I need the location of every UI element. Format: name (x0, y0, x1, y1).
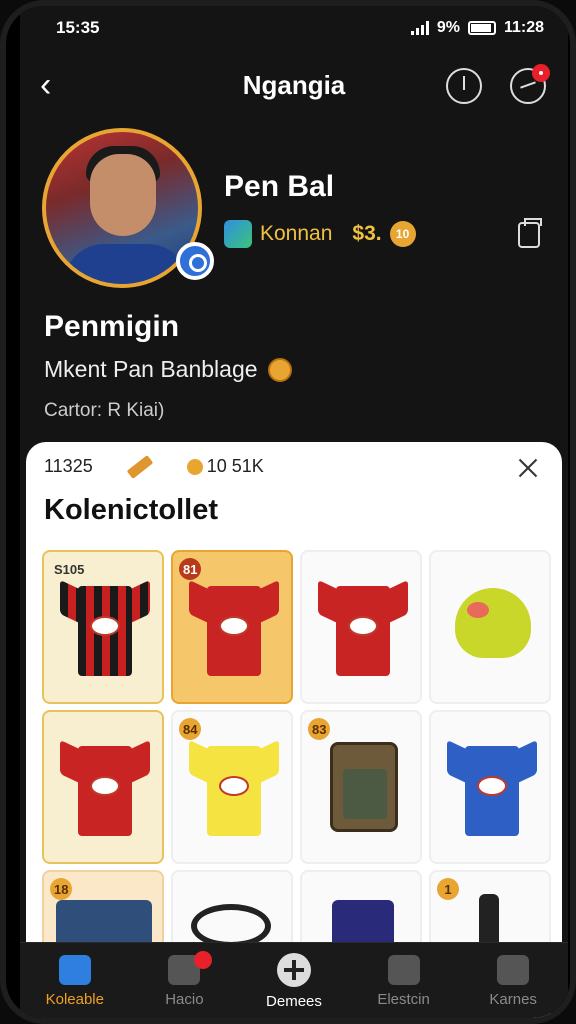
profile-name: Pen Bal (224, 170, 335, 203)
collection-item[interactable] (429, 710, 551, 864)
tab-label: Koleable (45, 991, 104, 1008)
copy-icon[interactable] (518, 218, 542, 248)
tab-label: Karnes (489, 991, 537, 1008)
emoji-icon (267, 357, 292, 382)
status-time: 15:35 (56, 18, 100, 37)
jersey-crest (90, 616, 120, 636)
collection-count: 11325 (44, 456, 93, 476)
item-badge: 81 (179, 558, 202, 580)
tab-games[interactable]: Karnes (458, 943, 568, 1018)
tab-label: Demees (266, 993, 322, 1010)
top-navigation: ‹ Ngangia (20, 56, 568, 116)
item-badge: 83 (308, 718, 331, 740)
collection-item[interactable] (300, 550, 422, 704)
app-screen: 15:35 9% 11:28 ‹ Ngangia Pen Bal Konnan … (20, 6, 568, 1023)
status-icons: 9% 11:28 (410, 19, 544, 37)
battery-percent: 9% (436, 19, 460, 36)
team-name[interactable]: Konnan (260, 222, 332, 246)
phone-frame: 15:35 9% 11:28 ‹ Ngangia Pen Bal Konnan … (0, 0, 576, 1024)
coin-icon (186, 458, 203, 475)
collection-title: Kolenictollet (44, 494, 219, 526)
collection-item[interactable] (429, 550, 551, 704)
pencil-icon[interactable] (126, 454, 154, 479)
collection-coins: 10 51K (186, 456, 264, 477)
tab-inbox[interactable]: Elestcin (349, 943, 459, 1018)
bag-image (330, 742, 398, 832)
profile-bio: Mkent Pan Banblage (44, 356, 292, 383)
tab-notification-badge (193, 951, 212, 969)
tab-label: Elestcin (377, 991, 430, 1008)
notification-badge (532, 64, 550, 82)
status-clock-right: 11:28 (503, 19, 544, 36)
bio-text: Mkent Pan Banblage (44, 356, 258, 382)
jersey-crest (219, 776, 249, 796)
jersey-crest (348, 616, 378, 636)
collection-card: 11325 10 51K Kolenictollet S105 81 84 83 18 1 (26, 442, 562, 1018)
jersey-crest (477, 776, 507, 796)
coin-balance: $3. (352, 222, 382, 245)
verified-badge-icon (176, 242, 214, 280)
profile-subtitle: Cartor: R Kiai) (44, 400, 165, 421)
collection-icon (58, 955, 91, 985)
avatar-face (90, 154, 156, 236)
bottom-tab-bar: Koleable Hacio Demees Elestcin Karnes (20, 942, 568, 1018)
item-badge: 18 (50, 878, 73, 900)
collection-item[interactable] (42, 710, 164, 864)
collection-stats: 11325 10 51K (44, 454, 264, 479)
collection-item[interactable]: S105 (42, 550, 164, 704)
item-badge: 1 (437, 878, 459, 900)
jersey-crest (90, 776, 120, 796)
avatar-shirt (64, 244, 188, 284)
tab-label: Hacio (165, 991, 204, 1008)
collection-item[interactable]: 84 (171, 710, 293, 864)
notifications-icon[interactable] (510, 64, 550, 104)
signal-icon (410, 21, 429, 35)
item-badge: S105 (54, 561, 85, 577)
team-row: Konnan $3. 10 (224, 220, 416, 248)
add-icon (276, 953, 311, 987)
tab-activity[interactable]: Hacio (130, 943, 240, 1018)
status-bar: 15:35 9% 11:28 (20, 6, 568, 50)
home-indicator (206, 1018, 382, 1023)
close-icon[interactable] (516, 456, 540, 480)
item-badge: 84 (179, 718, 202, 740)
battery-icon (467, 21, 496, 35)
jersey-image (60, 579, 150, 676)
inbox-icon (387, 955, 420, 985)
collection-coins-value: 10 51K (206, 456, 264, 476)
display-name: Penmigin (44, 310, 180, 343)
jersey-crest (219, 616, 249, 636)
jersey-image (318, 579, 408, 676)
tab-add[interactable]: Demees (239, 943, 349, 1018)
jersey-image (60, 739, 150, 836)
gauge-icon[interactable] (446, 68, 482, 104)
page-title: Ngangia (242, 70, 346, 100)
coin-icon: 10 (389, 221, 416, 247)
team-logo-icon (224, 220, 252, 248)
games-icon (497, 955, 530, 985)
jersey-image (447, 739, 537, 836)
jersey-image (189, 579, 279, 676)
collection-item[interactable]: 81 (171, 550, 293, 704)
monster-image (455, 588, 531, 658)
jersey-image (189, 739, 279, 836)
collection-item[interactable]: 83 (300, 710, 422, 864)
tab-collection[interactable]: Koleable (20, 943, 130, 1018)
